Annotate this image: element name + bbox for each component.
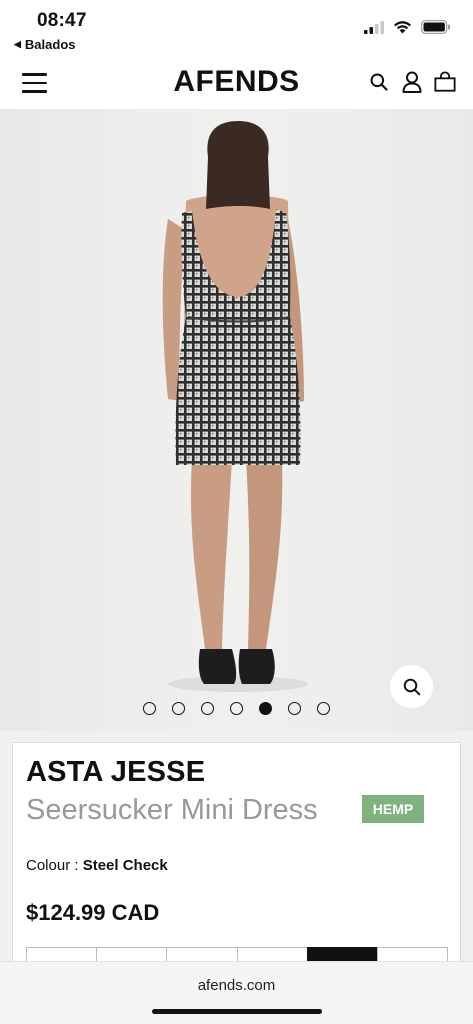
menu-icon[interactable] [22,73,47,93]
gallery-dot[interactable] [201,702,214,715]
gallery-dot[interactable] [288,702,301,715]
zoom-icon [403,678,420,695]
gallery-dot[interactable] [143,702,156,715]
home-indicator [152,1009,322,1014]
browser-url[interactable]: afends.com [0,977,473,994]
battery-icon [421,20,450,34]
back-to-app-link[interactable]: ◀ Balados [14,37,76,52]
colour-value: Steel Check [82,857,168,874]
product-brand: ASTA JESSE [26,756,206,788]
browser-address-bar[interactable]: afends.com [0,961,473,1024]
search-icon[interactable] [368,70,390,94]
back-app-label: Balados [24,37,76,52]
colour-line: Colour : Steel Check [26,857,168,874]
gallery-dot-active[interactable] [259,702,272,715]
material-badge: HEMP [362,795,424,823]
product-info-card: ASTA JESSE Seersucker Mini Dress HEMP Co… [12,742,461,987]
gallery-pagination [0,702,473,715]
product-name: Seersucker Mini Dress [26,794,318,826]
gallery-dot[interactable] [172,702,185,715]
gallery-dot[interactable] [317,702,330,715]
status-time: 08:47 [37,10,87,31]
product-image-gallery[interactable] [0,109,473,731]
account-icon[interactable] [401,70,423,94]
product-price: $124.99 CAD [26,900,160,925]
product-photo [0,109,473,731]
status-icons [364,20,451,34]
bag-icon[interactable] [434,70,456,94]
colour-label: Colour : [26,857,79,874]
wifi-icon [394,21,411,34]
product-info-section: ASTA JESSE Seersucker Mini Dress HEMP Co… [0,731,473,987]
back-arrow-icon: ◀ [14,39,21,49]
site-header: AFENDS [0,58,473,109]
status-bar: 08:47 ◀ Balados [0,0,473,58]
header-actions [368,70,456,94]
gallery-dot[interactable] [230,702,243,715]
cellular-signal-icon [364,20,384,34]
